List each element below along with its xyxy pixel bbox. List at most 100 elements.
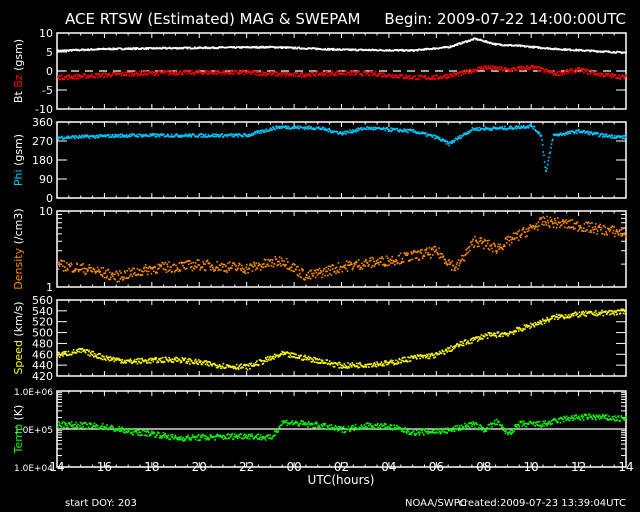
data-point [280,127,283,130]
data-point [367,128,369,131]
data-point [553,318,556,320]
data-point [610,226,613,229]
data-point [57,355,59,357]
data-point [253,261,255,264]
data-point [62,355,64,357]
data-point [538,225,540,227]
data-point [76,350,79,353]
data-point [226,271,228,273]
data-point [432,248,435,251]
data-point [154,266,156,269]
data-point [70,263,73,266]
data-point [310,126,313,128]
data-point [336,74,338,76]
data-point [451,142,454,144]
data-point [106,75,108,78]
data-point [353,364,356,366]
data-point [548,225,550,227]
data-point [326,270,328,273]
data-point [426,355,429,357]
data-point [538,132,541,135]
data-point [133,133,136,136]
data-point [145,266,148,269]
data-point [270,71,273,73]
data-point [585,315,588,317]
data-point [619,232,622,235]
data-point [327,268,330,270]
data-point [231,69,234,72]
data-point [109,133,112,136]
data-point [105,277,108,279]
data-point [70,137,73,139]
data-point [113,273,116,275]
data-point [314,73,316,76]
data-point [301,75,303,78]
data-point [164,261,167,264]
data-point [608,230,611,233]
data-point [584,310,587,313]
data-point [288,352,290,355]
data-point [289,354,292,356]
data-point [67,350,70,353]
data-point [366,262,369,264]
data-point [546,167,548,170]
data-point [382,257,385,260]
data-point [165,269,167,271]
data-point [552,226,555,228]
data-point [303,358,306,361]
data-point [70,75,73,77]
y-axis-label-part: (/cm3) [12,208,25,248]
data-point [596,230,599,232]
data-point [193,362,196,365]
data-point [100,75,103,77]
data-point [387,257,389,259]
data-point [270,258,272,261]
data-point [574,227,576,230]
data-point [397,362,400,364]
data-point [186,360,188,363]
data-point [341,270,344,273]
data-point [524,231,526,234]
data-point [265,265,268,268]
data-point [244,270,246,272]
data-point [209,361,211,364]
data-point [330,274,333,276]
data-point [217,69,219,72]
data-point [225,366,227,369]
data-point [64,266,66,268]
data-point [372,257,375,260]
data-point [583,312,586,314]
data-point [121,359,124,361]
data-point [386,264,388,267]
data-point [501,125,504,128]
data-point [528,325,531,327]
data-point [280,353,283,356]
data-point [128,74,130,77]
data-point [346,270,349,272]
data-point [359,361,361,364]
data-point [550,219,553,221]
data-point [593,311,596,314]
data-point [153,133,156,135]
data-point [382,363,385,365]
data-point [577,230,579,232]
data-point [347,362,349,364]
data-point [441,253,443,255]
data-point [371,71,374,73]
data-point [449,347,451,349]
data-point [124,71,127,74]
data-point [283,260,285,262]
data-point [179,269,182,272]
data-point [222,266,224,268]
data-point [331,72,333,75]
data-point [315,271,318,274]
data-point [115,74,118,76]
data-point [149,266,151,268]
data-point [440,256,442,258]
data-point [360,126,363,129]
data-point [351,73,353,76]
data-point [368,74,371,77]
data-point [198,259,200,261]
data-point [364,265,366,267]
data-point [576,132,578,135]
